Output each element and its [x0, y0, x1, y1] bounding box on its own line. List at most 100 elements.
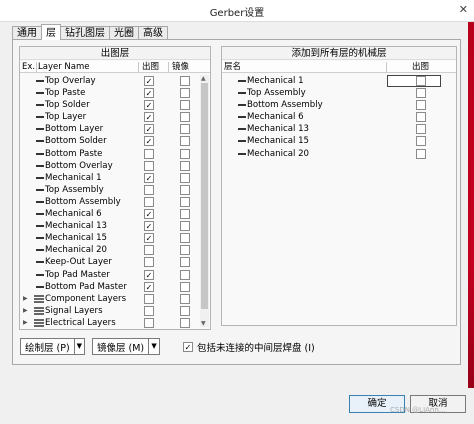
plot-checkbox[interactable]: ✓: [144, 136, 154, 147]
mirror-checkbox[interactable]: [180, 317, 190, 328]
plot-checkbox[interactable]: [144, 160, 154, 171]
table-row[interactable]: Keep-Out Layer: [20, 256, 198, 268]
mirror-checkbox[interactable]: [180, 160, 190, 171]
mirror-checkbox[interactable]: [180, 245, 190, 256]
mirror-checkbox[interactable]: [180, 293, 190, 304]
chevron-down-icon[interactable]: ▼: [73, 339, 84, 354]
table-row[interactable]: Top Paste ✓: [20, 87, 198, 99]
header-layer-name[interactable]: Layer Name: [38, 61, 89, 73]
table-row[interactable]: Top Solder ✓: [20, 99, 198, 111]
table-row[interactable]: Top Layer ✓: [20, 111, 198, 123]
table-row[interactable]: Mechanical 15 ✓: [20, 232, 198, 244]
table-row[interactable]: Top Assembly: [222, 87, 456, 99]
plot-checkbox[interactable]: [416, 148, 426, 159]
plot-checkbox[interactable]: [144, 257, 154, 268]
mirror-checkbox[interactable]: [180, 88, 190, 99]
plot-checkbox[interactable]: ✓: [144, 100, 154, 111]
tab-2[interactable]: 钻孔图层: [60, 26, 110, 40]
table-row[interactable]: ▶ Signal Layers: [20, 305, 198, 317]
table-row[interactable]: Top Assembly: [20, 184, 198, 196]
table-row[interactable]: Mechanical 20: [222, 148, 456, 160]
include-unconnected-option[interactable]: ✓ 包括未连接的中间层焊盘 (I): [183, 340, 315, 354]
plot-checkbox[interactable]: [144, 293, 154, 304]
plot-checkbox[interactable]: ✓: [144, 76, 154, 86]
mirror-checkbox[interactable]: [180, 269, 190, 280]
tab-1[interactable]: 层: [41, 24, 61, 40]
plot-checkbox[interactable]: ✓: [144, 172, 154, 183]
plot-checkbox[interactable]: ✓: [144, 124, 154, 135]
mirror-checkbox[interactable]: [180, 305, 190, 316]
expand-arrow-icon[interactable]: ▶: [23, 317, 28, 329]
scroll-up-icon[interactable]: ▲: [201, 75, 206, 82]
plot-checkbox[interactable]: ✓: [144, 281, 154, 292]
plot-checkbox[interactable]: [144, 184, 154, 195]
plot-checkbox[interactable]: ✓: [144, 209, 154, 220]
expand-arrow-icon[interactable]: ▶: [23, 293, 28, 305]
plot-checkbox[interactable]: [144, 148, 154, 159]
mirror-checkbox[interactable]: [180, 112, 190, 123]
plot-checkbox[interactable]: [144, 317, 154, 328]
scroll-thumb[interactable]: [201, 83, 208, 309]
close-icon[interactable]: ✕: [459, 3, 468, 16]
mirror-checkbox[interactable]: [180, 257, 190, 268]
mirror-checkbox[interactable]: [180, 136, 190, 147]
table-row[interactable]: Mechanical 6: [222, 111, 456, 123]
mirror-checkbox[interactable]: [180, 209, 190, 220]
mirror-checkbox[interactable]: [180, 281, 190, 292]
plot-checkbox[interactable]: ✓: [144, 233, 154, 244]
mirror-checkbox[interactable]: [180, 124, 190, 135]
table-row[interactable]: Mechanical 13: [222, 123, 456, 135]
mirror-checkbox[interactable]: [180, 221, 190, 232]
table-row[interactable]: Mechanical 20: [20, 244, 198, 256]
scroll-down-icon[interactable]: ▼: [201, 320, 206, 327]
mirror-checkbox[interactable]: [180, 184, 190, 195]
table-row[interactable]: Bottom Solder ✓: [20, 135, 198, 147]
tab-3[interactable]: 光圈: [109, 26, 139, 40]
table-row[interactable]: Top Pad Master ✓: [20, 269, 198, 281]
tab-4[interactable]: 高级: [138, 26, 168, 40]
mirror-checkbox[interactable]: [180, 172, 190, 183]
plot-checkbox[interactable]: [144, 196, 154, 207]
mirror-checkbox[interactable]: [180, 196, 190, 207]
header-plot[interactable]: 出图: [412, 61, 429, 73]
mirror-checkbox[interactable]: [180, 100, 190, 111]
expand-arrow-icon[interactable]: ▶: [23, 305, 28, 317]
include-unconnected-checkbox[interactable]: ✓: [183, 342, 193, 352]
plot-layers-scrollbar[interactable]: ▲ ▼: [200, 75, 209, 327]
table-row[interactable]: Bottom Assembly: [20, 196, 198, 208]
table-row[interactable]: Mechanical 15: [222, 135, 456, 147]
plot-checkbox[interactable]: ✓: [144, 88, 154, 99]
plot-checkbox[interactable]: ✓: [144, 112, 154, 123]
plot-checkbox[interactable]: ✓: [144, 269, 154, 280]
header-plot[interactable]: 出图: [142, 61, 159, 73]
mirror-checkbox[interactable]: [180, 233, 190, 244]
plot-checkbox[interactable]: ✓: [144, 221, 154, 232]
table-row[interactable]: Mechanical 13 ✓: [20, 220, 198, 232]
header-layer-name[interactable]: 层名: [224, 61, 241, 73]
table-row[interactable]: Bottom Overlay: [20, 160, 198, 172]
table-row[interactable]: Bottom Pad Master ✓: [20, 281, 198, 293]
tab-0[interactable]: 通用: [12, 26, 42, 40]
mirror-layers-button[interactable]: 镜像层 (M) ▼: [92, 338, 160, 355]
table-row[interactable]: Bottom Layer ✓: [20, 123, 198, 135]
mirror-checkbox[interactable]: [180, 76, 190, 86]
plot-checkbox[interactable]: [416, 88, 426, 99]
table-row[interactable]: Mechanical 6 ✓: [20, 208, 198, 220]
plot-checkbox[interactable]: [416, 124, 426, 135]
table-row[interactable]: Mechanical 1: [222, 75, 456, 87]
plot-checkbox[interactable]: [416, 76, 426, 86]
table-row[interactable]: ▶ Component Layers: [20, 293, 198, 305]
table-row[interactable]: ▶ Electrical Layers: [20, 317, 198, 329]
table-row[interactable]: Mechanical 1 ✓: [20, 172, 198, 184]
mirror-checkbox[interactable]: [180, 148, 190, 159]
plot-checkbox[interactable]: [416, 100, 426, 111]
plot-checkbox[interactable]: [416, 112, 426, 123]
plot-checkbox[interactable]: [144, 245, 154, 256]
chevron-down-icon[interactable]: ▼: [148, 339, 159, 354]
plot-checkbox[interactable]: [416, 136, 426, 147]
table-row[interactable]: Top Overlay ✓: [20, 75, 198, 87]
plot-layers-button[interactable]: 绘制层 (P) ▼: [20, 338, 85, 355]
header-mirror[interactable]: 镜像: [172, 61, 189, 73]
plot-checkbox[interactable]: [144, 305, 154, 316]
table-row[interactable]: Bottom Assembly: [222, 99, 456, 111]
